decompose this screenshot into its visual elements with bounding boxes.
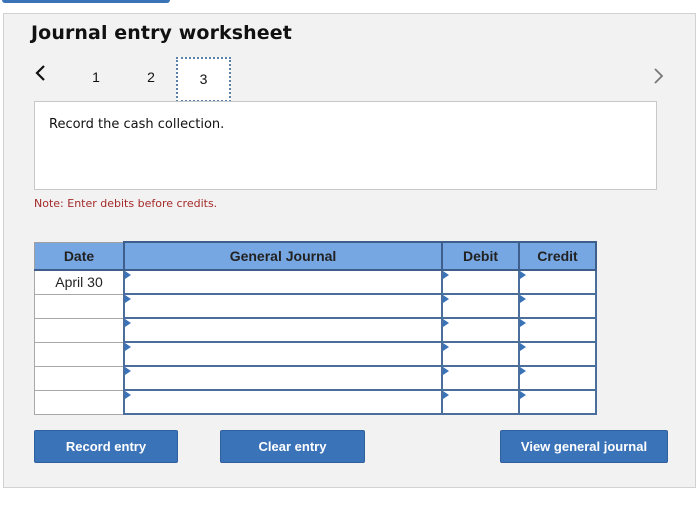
header-date: Date	[34, 241, 125, 271]
credit-cell	[518, 365, 597, 391]
date-cell	[34, 293, 125, 319]
tab-2[interactable]: 2	[144, 69, 158, 85]
debit-cell	[441, 317, 520, 343]
debit-input[interactable]	[443, 343, 518, 365]
table-row	[34, 317, 597, 343]
cell-marker-icon	[520, 343, 526, 351]
table-header-row: Date General Journal Debit Credit	[34, 241, 597, 271]
cell-marker-icon	[520, 319, 526, 327]
cell-marker-icon	[125, 367, 131, 375]
credit-cell	[518, 269, 597, 295]
cell-marker-icon	[520, 367, 526, 375]
cell-marker-icon	[443, 295, 449, 303]
account-input[interactable]	[125, 295, 441, 317]
journal-table: Date General Journal Debit Credit April …	[34, 241, 597, 415]
cell-marker-icon	[125, 295, 131, 303]
table-row	[34, 293, 597, 319]
debit-input[interactable]	[443, 391, 518, 413]
next-button[interactable]	[650, 66, 666, 86]
debit-cell	[441, 341, 520, 367]
date-cell	[34, 365, 125, 391]
cell-marker-icon	[520, 295, 526, 303]
debit-cell	[441, 365, 520, 391]
instruction-text: Record the cash collection.	[49, 117, 225, 132]
account-input[interactable]	[125, 319, 441, 341]
account-input[interactable]	[125, 391, 441, 413]
date-cell: April 30	[34, 269, 125, 295]
note-text: Note: Enter debits before credits.	[34, 197, 218, 210]
tab-1[interactable]: 1	[89, 69, 103, 85]
account-cell	[123, 269, 443, 295]
account-cell	[123, 317, 443, 343]
debit-cell	[441, 389, 520, 415]
table-row: April 30	[34, 269, 597, 295]
date-cell	[34, 341, 125, 367]
cell-marker-icon	[443, 319, 449, 327]
view-general-journal-button[interactable]: View general journal	[500, 430, 668, 463]
instruction-box: Record the cash collection.	[34, 101, 657, 190]
credit-cell	[518, 293, 597, 319]
top-tab-indicator	[2, 0, 170, 3]
header-debit: Debit	[441, 241, 520, 271]
account-cell	[123, 365, 443, 391]
date-cell	[34, 389, 125, 415]
cell-marker-icon	[443, 343, 449, 351]
account-input[interactable]	[125, 367, 441, 389]
debit-input[interactable]	[443, 295, 518, 317]
cell-marker-icon	[125, 343, 131, 351]
cell-marker-icon	[520, 391, 526, 399]
credit-input[interactable]	[520, 391, 595, 413]
cell-marker-icon	[443, 271, 449, 279]
header-general-journal: General Journal	[123, 241, 443, 271]
debit-input[interactable]	[443, 367, 518, 389]
credit-cell	[518, 389, 597, 415]
previous-button[interactable]	[33, 63, 49, 83]
credit-input[interactable]	[520, 343, 595, 365]
credit-cell	[518, 317, 597, 343]
credit-input[interactable]	[520, 319, 595, 341]
credit-input[interactable]	[520, 367, 595, 389]
cell-marker-icon	[443, 391, 449, 399]
account-cell	[123, 341, 443, 367]
debit-cell	[441, 293, 520, 319]
cell-marker-icon	[125, 271, 131, 279]
debit-input[interactable]	[443, 319, 518, 341]
table-row	[34, 365, 597, 391]
credit-input[interactable]	[520, 271, 595, 293]
cell-marker-icon	[125, 391, 131, 399]
clear-entry-button[interactable]: Clear entry	[220, 430, 365, 463]
page-title: Journal entry worksheet	[31, 22, 292, 44]
debit-input[interactable]	[443, 271, 518, 293]
header-credit: Credit	[518, 241, 597, 271]
chevron-left-icon	[35, 65, 45, 81]
cell-marker-icon	[125, 319, 131, 327]
account-cell	[123, 293, 443, 319]
credit-cell	[518, 341, 597, 367]
credit-input[interactable]	[520, 295, 595, 317]
account-cell	[123, 389, 443, 415]
account-input[interactable]	[125, 343, 441, 365]
cell-marker-icon	[520, 271, 526, 279]
debit-cell	[441, 269, 520, 295]
table-row	[34, 389, 597, 415]
tab-3-active[interactable]: 3	[176, 57, 231, 102]
date-cell	[34, 317, 125, 343]
table-row	[34, 341, 597, 367]
chevron-right-icon	[654, 68, 664, 84]
account-input[interactable]	[125, 271, 441, 293]
record-entry-button[interactable]: Record entry	[34, 430, 178, 463]
cell-marker-icon	[443, 367, 449, 375]
